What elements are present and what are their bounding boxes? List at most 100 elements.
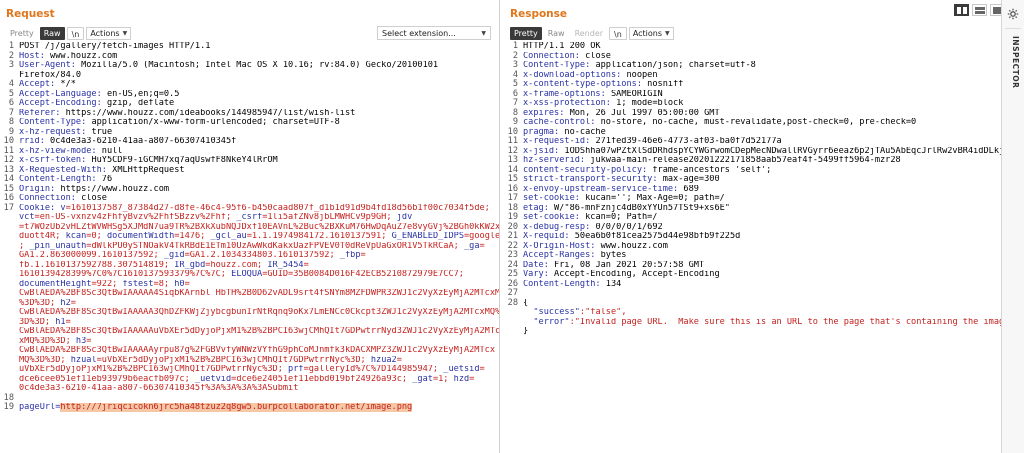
cookie-name: documentHeight — [19, 279, 92, 289]
code-line: 1 HTTP/1.1 200 OK — [504, 41, 1001, 52]
code-line: 11 x-request-id: 271fed39-46e6-4773-af03-… — [504, 136, 1001, 147]
cookie-name: prf — [288, 365, 304, 374]
code-line: 16 x-envoy-upstream-service-time: 689 — [504, 184, 1001, 195]
code-line: fb.1.1610137592788.307514819; IR_gbd=hou… — [0, 261, 499, 271]
cookie-value: =922; — [91, 279, 123, 289]
header-name: Content-Type: — [523, 61, 591, 70]
line-text: fb.1.1610137592788.307514819; IR_gbd=hou… — [19, 261, 499, 271]
line-text: =t7WOzUb2vHLZtWVWHSg5XJMdN7ua9TR%2BXkXub… — [19, 223, 499, 233]
header-name: Accept-Ranges: — [523, 251, 596, 260]
request-editor[interactable]: 1 POST /j/gallery/fetch-images HTTP/1.1 2 H… — [0, 41, 499, 413]
line-number — [0, 337, 19, 347]
line-text: Content-Length: 76 — [19, 175, 499, 185]
response-render-tab[interactable]: Render — [571, 27, 607, 40]
line-text: content-security-policy: frame-ancestors… — [523, 166, 1001, 176]
request-newline-toggle[interactable]: \n — [66, 26, 85, 40]
single-view-button[interactable] — [990, 4, 1001, 16]
response-newline-toggle[interactable]: \n — [609, 26, 627, 40]
line-text: hz-serverid: jukwaa-main-release20201222… — [523, 156, 1001, 166]
cookie-value: CwBlAEDA%2BF8Sc3QtBwIAAAAAuVbXEr5dDyjoPj… — [19, 327, 499, 336]
header-value: null — [96, 146, 123, 156]
cookie-name: ELOQUA — [231, 270, 263, 279]
request-pretty-tab[interactable]: Pretty — [6, 27, 38, 40]
header-value: 1; mode=block — [610, 99, 684, 108]
code-line: 10 rrid: 0c4de3a3-6210-41aa-a807-66307410… — [0, 136, 499, 147]
line-text: x-frame-options: SAMEORIGIN — [523, 90, 1001, 100]
code-line: "success":"false", — [504, 308, 1001, 318]
line-text: x-envoy-upstream-service-time: 689 — [523, 185, 1001, 195]
cookie-name: h3 — [75, 336, 87, 346]
request-actions-dropdown[interactable]: Actions ▼ — [86, 26, 132, 40]
header-value: Mozilla/5.0 (Macintosh; Intel Mac OS X 1… — [75, 61, 439, 70]
header-value: nosniff — [642, 80, 684, 89]
header-name: Referer: — [19, 108, 61, 118]
header-name: x-hz-view-mode: — [19, 146, 97, 156]
code-line: 1610139428399%7C0%7C1610137593379%7C%7C;… — [0, 270, 499, 280]
line-text: documentHeight=922; fstest=8; h0= — [19, 280, 499, 290]
response-actions-dropdown[interactable]: Actions ▼ — [628, 26, 674, 40]
cookie-name: h1 — [55, 317, 66, 327]
request-title: Request — [6, 8, 55, 20]
response-raw-tab[interactable]: Raw — [544, 27, 569, 40]
line-text: "success":"false", — [523, 308, 1001, 318]
header-name: strict-transport-security: — [523, 175, 658, 184]
line-text: dce6cee051ef11eb93979b6eacfb097c; _uetvi… — [19, 375, 499, 385]
line-text: POST /j/gallery/fetch-images HTTP/1.1 — [19, 42, 211, 51]
code-line: 19 pageUrl=http://7jriqcicokn6jrc5ha48tzu… — [0, 402, 499, 413]
header-value: jukwaa-main-release20201222171858aab57ea… — [585, 156, 901, 165]
response-toolbar: Pretty Raw Render \n Actions ▼ — [510, 26, 674, 40]
line-number — [0, 242, 19, 252]
header-value: kucan=''; Max-Age=0; path=/ — [579, 194, 725, 203]
line-number — [0, 261, 19, 271]
line-text: X-Requested-With: XMLHttpRequest — [19, 166, 499, 176]
cookie-name: hzual — [70, 355, 97, 365]
line-text: %3D%3D; h2= — [19, 299, 499, 309]
code-line: ; _pin_unauth=dWlkPU0ySTNOakV4TkRBdE1ETm… — [0, 242, 499, 252]
code-line: 17 Cookie: v=1610137587_87384d27-d8fe-46c… — [0, 203, 499, 214]
code-line: CwBlAEDA%2BF8Sc3QtBwIAAAAAyrpu87g%2FGBVv… — [0, 346, 499, 356]
line-text: Accept-Language: en-US,en;q=0.5 — [19, 90, 499, 100]
header-value: www.houzz.com — [595, 241, 668, 251]
json-value: :"false", — [579, 308, 627, 317]
cookie-value: =dce6e24051ef11ebbd019bf24926a93c; — [231, 374, 413, 384]
header-value: 0c4de3a3-6210-41aa-a807-66307410345f — [44, 137, 237, 146]
request-raw-tab[interactable]: Raw — [39, 26, 65, 40]
select-extension-dropdown[interactable]: Select extension... ▼ — [377, 26, 491, 40]
code-line: dce6cee051ef11eb93979b6eacfb097c; _uetvi… — [0, 375, 499, 385]
response-pretty-tab[interactable]: Pretty — [510, 26, 542, 40]
json-key: "error" — [523, 317, 570, 327]
line-text: Date: Fri, 08 Jan 2021 20:57:58 GMT — [523, 261, 1001, 271]
header-name: rrid: — [19, 137, 45, 146]
cookie-name: IR_gbd — [174, 260, 206, 270]
inspector-sidebar: INSPECTOR — [1001, 0, 1024, 453]
cookie-name: jdv — [396, 213, 413, 222]
cookie-value: GA1.2.863000099.1610137592; — [19, 251, 164, 260]
line-number — [0, 356, 19, 366]
code-line: 12 x-csrf-token: HuY5CDF9-iGCMH7xq7aqUswf… — [0, 155, 499, 166]
code-line: 0c4de3a3-6210-41aa-a807-66307410345f%3A%… — [0, 384, 499, 394]
header-name: set-cookie: — [523, 213, 580, 222]
code-line: %3D%3D; h2= — [0, 299, 499, 309]
request-pane: Request Pretty Raw \n Actions ▼ Select e… — [0, 0, 500, 453]
header-value: true — [86, 127, 113, 137]
response-pane: Response ⋮ Pretty Raw Render \n Actions … — [504, 0, 1001, 453]
line-number — [0, 280, 19, 290]
cookie-value: = — [70, 298, 76, 308]
header-value: */* — [55, 80, 76, 89]
response-editor[interactable]: 1 HTTP/1.1 200 OK 2 Connection: close 3 Conte… — [504, 41, 1001, 337]
code-line: Firefox/84.0 — [0, 71, 499, 81]
line-number — [0, 299, 19, 309]
split-horizontal-button[interactable] — [954, 4, 969, 16]
cookie-value: =1610137587_87384d27-d8fe-46c4-95f6-b450… — [65, 203, 490, 213]
code-line: 4 x-download-options: noopen — [504, 70, 1001, 81]
code-line: 3 Content-Type: application/json; charset… — [504, 60, 1001, 71]
line-text: duott4R; kcan=0; documentWidth=1476; _gc… — [19, 232, 499, 242]
inspector-tab[interactable]: INSPECTOR — [1006, 36, 1020, 126]
split-vertical-button[interactable] — [972, 4, 987, 16]
line-text: 1610139428399%7C0%7C1610137593379%7C%7C;… — [19, 270, 499, 280]
header-name: x-debug-resp: — [523, 222, 591, 232]
code-line: 19 set-cookie: kcan=0; Path=/ — [504, 212, 1001, 223]
header-value: close — [75, 194, 107, 203]
settings-icon[interactable] — [1007, 8, 1019, 20]
header-name: hz-serverid: — [523, 156, 586, 165]
